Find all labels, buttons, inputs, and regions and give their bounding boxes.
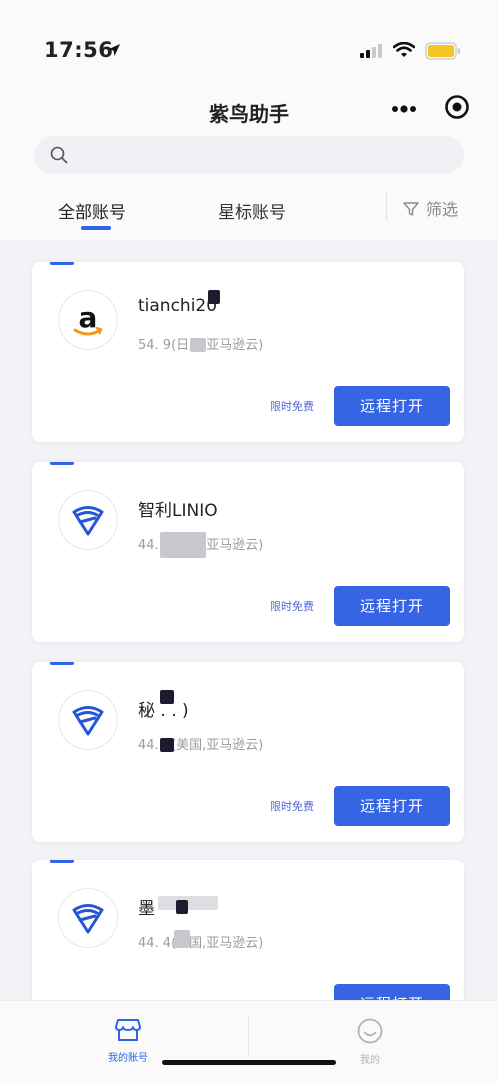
- account-name: 墨: [138, 899, 155, 919]
- zinbird-logo-icon: [72, 706, 104, 736]
- redaction-block: [174, 930, 190, 948]
- location-arrow-icon: [108, 44, 120, 56]
- status-bar: 17:56: [0, 0, 498, 80]
- wifi-icon: [393, 42, 415, 57]
- status-time: 17:56: [44, 38, 114, 62]
- filter-icon: [403, 202, 419, 216]
- tab-divider: [386, 192, 387, 220]
- home-indicator: [162, 1060, 336, 1065]
- account-ip-region: 44. 4(美国,亚马逊云): [138, 738, 264, 753]
- limited-free-tag: 限时免费: [270, 400, 314, 413]
- zinbird-logo-avatar: [58, 690, 118, 750]
- search-icon: [50, 146, 68, 164]
- redaction-block: [160, 532, 206, 558]
- account-name: 智利LINIO: [138, 501, 218, 521]
- tab-bar-divider: [248, 1015, 249, 1055]
- store-icon: [115, 1019, 141, 1041]
- amazon-logo-avatar: a: [58, 290, 118, 350]
- svg-text:a: a: [79, 301, 98, 334]
- redaction-block: [190, 338, 206, 352]
- cellular-signal-icon: [360, 44, 382, 58]
- more-options-icon[interactable]: [388, 94, 420, 124]
- account-card[interactable]: 墨 44. 4(美国,亚马逊云) 远程打开: [32, 860, 464, 1000]
- filter-label: 筛选: [426, 200, 459, 219]
- remote-open-button[interactable]: 远程打开: [334, 786, 450, 826]
- limited-free-tag: 限时免费: [270, 600, 314, 613]
- account-name: tianchi20: [138, 296, 218, 316]
- star-flag: [50, 262, 74, 265]
- limited-free-tag: 限时免费: [270, 800, 314, 813]
- account-list: a tianchi20 54. 9(日本,亚马逊云) 限时免费 远程打开 智利L…: [0, 240, 498, 1000]
- star-flag: [50, 462, 74, 465]
- account-card[interactable]: a tianchi20 54. 9(日本,亚马逊云) 限时免费 远程打开: [32, 262, 464, 442]
- active-tab-indicator: [81, 226, 111, 230]
- account-card[interactable]: 智利LINIO 44. 4(美国,亚马逊云) 限时免费 远程打开: [32, 462, 464, 642]
- bottom-tab-bar: 我的账号 我的: [0, 1000, 498, 1083]
- tab-starred-accounts[interactable]: 星标账号: [218, 198, 286, 223]
- star-flag: [50, 860, 74, 863]
- zinbird-logo-icon: [72, 904, 104, 934]
- app-header: 紫鸟助手 全部账号 星标账号 筛选: [0, 80, 498, 240]
- filter-button[interactable]: 筛选: [402, 196, 458, 220]
- redaction-block: [176, 900, 188, 914]
- account-card[interactable]: 秘 . . ) 44. 4(美国,亚马逊云) 限时免费 远程打开: [32, 662, 464, 842]
- tab-my-accounts[interactable]: 我的账号: [98, 1017, 158, 1064]
- remote-open-button[interactable]: 远程打开: [334, 586, 450, 626]
- tab-me[interactable]: 我的: [340, 1017, 400, 1066]
- zinbird-logo-avatar: [58, 490, 118, 550]
- remote-open-button[interactable]: 远程打开: [334, 984, 450, 1000]
- page-title: 紫鸟助手: [209, 102, 289, 126]
- close-miniprogram-icon[interactable]: [444, 94, 470, 120]
- account-ip-region: 44. 4(美国,亚马逊云): [138, 936, 264, 951]
- zinbird-logo-icon: [72, 506, 104, 536]
- tab-all-accounts[interactable]: 全部账号: [58, 198, 126, 223]
- redaction-block: [160, 690, 174, 704]
- zinbird-logo-avatar: [58, 888, 118, 948]
- redaction-block: [208, 290, 220, 304]
- tab-my-accounts-label: 我的账号: [108, 1053, 148, 1064]
- remote-open-button[interactable]: 远程打开: [334, 386, 450, 426]
- redaction-block: [160, 738, 174, 752]
- battery-icon: [425, 42, 460, 60]
- search-input[interactable]: [34, 136, 464, 174]
- redaction-block: [158, 896, 218, 910]
- smile-face-icon: [357, 1018, 383, 1044]
- star-flag: [50, 662, 74, 665]
- tab-me-label: 我的: [360, 1055, 380, 1066]
- amazon-logo-icon: a: [73, 301, 103, 336]
